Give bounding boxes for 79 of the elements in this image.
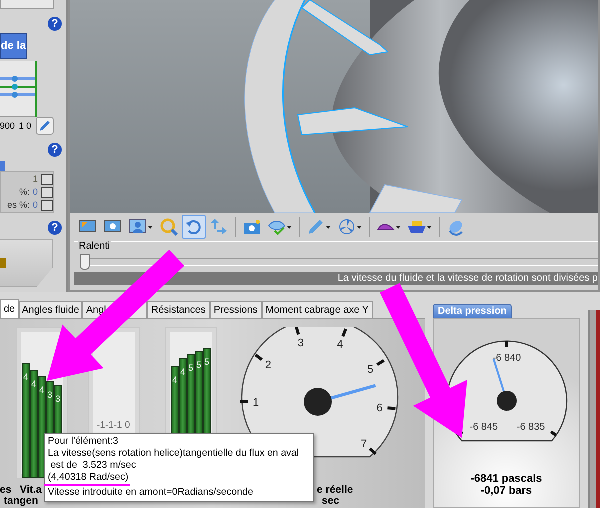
gauge-label: 1 [252,397,260,409]
rotate-tool[interactable] [182,215,206,239]
caret-icon [396,226,401,228]
caret-icon [287,226,292,228]
field-value: 1 [32,174,38,184]
gauge-hub [496,391,516,411]
tooltip-text: Pour l'élément:3 [48,436,120,448]
caret-icon [326,226,331,228]
bar-label: 4 [172,374,178,384]
arrows-icon [210,218,228,236]
gauge-label: -6 845 [469,422,498,434]
bar-label: -1-1-1 0 [97,420,130,431]
caption: e réelle [317,485,354,496]
panel-button[interactable]: de la [0,33,27,59]
checkbox[interactable] [41,186,53,198]
eye-icon [268,218,286,236]
checkbox[interactable] [41,174,53,184]
slider-thumb[interactable] [80,254,90,270]
pressure-reading: -6841 pascals [470,473,542,485]
field-label: %: [19,187,30,197]
tooltip-text: est de 3.523 m/sec [50,460,138,472]
status-bar: La vitesse du fluide et la vitesse de rotation sont divisées p [74,272,598,285]
bar-label: 4 [39,385,45,395]
bar-label: 4 [31,379,37,389]
help-button[interactable]: ? [48,143,62,157]
camera-icon [243,218,261,236]
cycle-icon [447,218,465,236]
tab[interactable]: de [0,299,20,318]
pressure-reading: -0,07 bars [480,485,532,497]
field-value: 0 [32,187,38,197]
slider-label: Ralenti [78,241,112,252]
bar-label: 4 [180,367,186,377]
field-label: es %: [7,200,30,210]
caret-icon [357,226,362,228]
checkbox[interactable] [41,200,53,210]
bar-label: 4 [23,372,29,382]
caption: es [0,485,12,496]
tab[interactable]: Résistances [147,301,210,318]
tab[interactable]: Moment cabrage axe Y [262,301,373,318]
gauge-label: -6 835 [516,422,545,434]
magnifier-icon [160,218,178,236]
caret-icon [427,226,432,228]
tab[interactable]: Pressions [210,301,262,318]
bar-label: 3 [47,390,53,400]
pencil-icon [307,218,325,236]
gauge-label: 6 [376,402,383,414]
gauge-label: 2 [265,360,272,372]
bar-label: 5 [204,356,210,366]
tooltip-text: Vitesse introduite en amont=0Radians/seconde [48,487,254,499]
caption: sec [322,496,340,507]
text-field[interactable] [0,0,54,9]
help-button[interactable]: ? [48,221,62,235]
gauge-label: -6 840 [492,353,521,364]
axis-label: 900 [0,121,16,131]
rotate-icon [185,218,203,236]
gauge-label: 7 [361,438,368,450]
line-plot-drawing [0,61,37,117]
gauge-label: 3 [298,337,304,350]
tooltip-text: La vitesse(sens rotation helice)tangentielle du flux en aval [48,448,300,460]
caption: Vit.a [20,485,42,496]
caption: tangen [4,496,38,507]
slider-thumb[interactable] [0,258,6,268]
boat-icon [408,218,426,236]
field-value: 0 [32,200,38,210]
gauge-hub [304,388,332,416]
bar-label: 5 [188,362,194,372]
tab[interactable]: Angles fluide [19,301,82,318]
edit-button[interactable] [36,117,54,135]
bar-label: 5 [196,360,202,370]
propeller-icon [338,218,356,236]
help-button[interactable]: ? [48,17,62,31]
gauge-label: 5 [368,364,374,376]
pencil-icon [38,119,52,133]
axis-label: 1 0 [19,121,32,131]
gauge-label: 4 [337,339,344,352]
person-icon [129,218,147,236]
bar-label: 3 [55,394,61,404]
tooltip-text: (4,40318 Rad/sec) [48,472,130,484]
caret-icon [148,226,153,228]
